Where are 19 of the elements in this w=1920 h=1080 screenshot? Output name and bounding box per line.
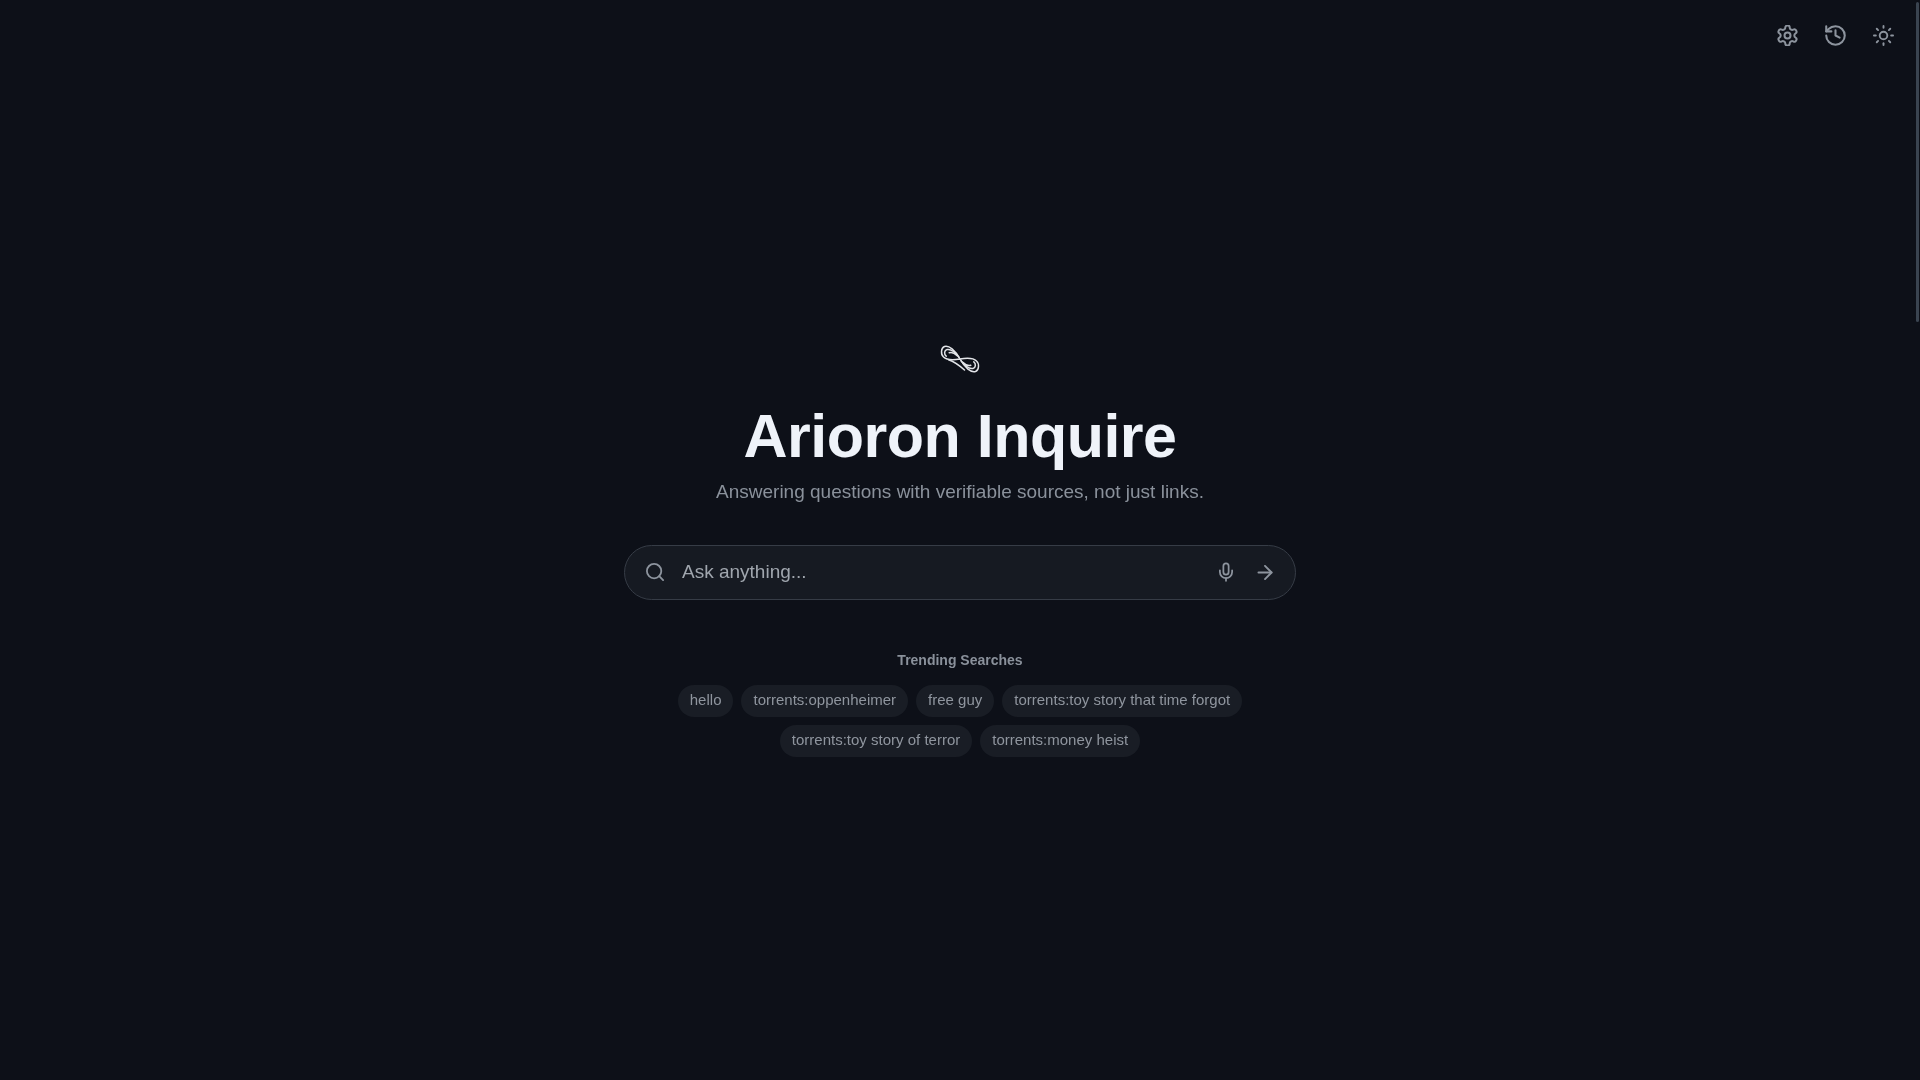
settings-icon[interactable] [1776,24,1798,46]
arrow-right-icon[interactable] [1257,564,1273,580]
search-input[interactable]: Ask anything... [682,557,1209,587]
trending-heading: Trending Searches [897,650,1023,670]
search-chip[interactable]: torrents:money heist [980,724,1141,757]
tagline: Answering questions with verifiable sources, not just links. [716,479,1204,504]
search-chip[interactable]: torrents:oppenheimer [741,684,909,717]
search-bar[interactable]: Ask anything... [624,544,1296,600]
search-chip[interactable]: torrents:toy story that time forgot [1002,684,1243,717]
microphone-icon[interactable] [1219,562,1233,582]
search-chip[interactable]: free guy [916,684,995,717]
sun-icon[interactable] [1872,24,1894,46]
scrollbar-thumb[interactable] [1916,2,1919,322]
search-icon [646,563,664,581]
search-chip[interactable]: hello [677,684,734,717]
history-icon[interactable] [1824,24,1846,46]
app-title: Arioron Inquire [743,402,1177,469]
search-chip[interactable]: torrents:toy story of terror [779,724,973,757]
logo-icon [940,343,980,374]
